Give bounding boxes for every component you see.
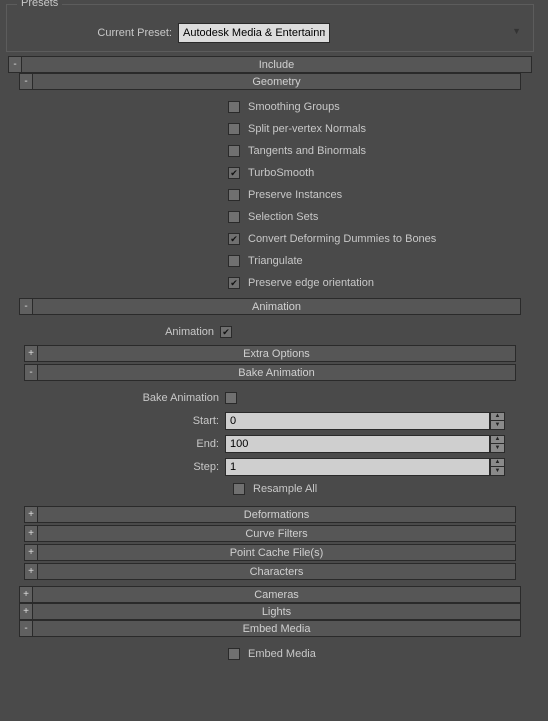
preserve-edge-label: Preserve edge orientation	[240, 277, 374, 289]
bake-step-label: Step:	[25, 461, 225, 473]
presets-fieldset: Presets Current Preset:	[6, 4, 534, 52]
curve-filters-expand-toggle[interactable]: +	[24, 525, 37, 542]
bake-end-down[interactable]: ▼	[490, 444, 505, 453]
characters-title[interactable]: Characters	[37, 563, 516, 580]
include-title[interactable]: Include	[21, 56, 532, 73]
embed-media-group: - Embed Media Embed Media	[19, 620, 521, 669]
convert-dummies-label: Convert Deforming Dummies to Bones	[240, 233, 436, 245]
triangulate-checkbox[interactable]	[228, 255, 240, 267]
bake-start-input[interactable]	[225, 412, 490, 430]
bake-start-down[interactable]: ▼	[490, 421, 505, 430]
turbosmooth-label: TurboSmooth	[240, 167, 314, 179]
resample-all-checkbox[interactable]	[233, 483, 245, 495]
bake-step-up[interactable]: ▲	[490, 458, 505, 467]
turbosmooth-checkbox[interactable]	[228, 167, 240, 179]
preserve-edge-checkbox[interactable]	[228, 277, 240, 289]
current-preset-label: Current Preset:	[11, 27, 178, 39]
animation-title[interactable]: Animation	[32, 298, 521, 315]
extra-options-expand-toggle[interactable]: +	[24, 345, 37, 362]
bake-end-label: End:	[25, 438, 225, 450]
curve-filters-title[interactable]: Curve Filters	[37, 525, 516, 542]
smoothing-groups-label: Smoothing Groups	[240, 101, 340, 113]
bake-enable-checkbox[interactable]	[225, 392, 237, 404]
current-preset-dropdown[interactable]	[178, 23, 330, 43]
tangents-binormals-label: Tangents and Binormals	[240, 145, 366, 157]
tangents-binormals-checkbox[interactable]	[228, 145, 240, 157]
bake-end-up[interactable]: ▲	[490, 435, 505, 444]
bake-step-down[interactable]: ▼	[490, 467, 505, 476]
bake-enable-label: Bake Animation	[25, 392, 225, 404]
cameras-title[interactable]: Cameras	[32, 586, 521, 603]
selection-sets-label: Selection Sets	[240, 211, 318, 223]
bake-end-input[interactable]	[225, 435, 490, 453]
geometry-collapse-toggle[interactable]: -	[19, 73, 32, 90]
embed-media-option-label: Embed Media	[240, 648, 316, 660]
lights-expand-toggle[interactable]: +	[19, 603, 32, 620]
triangulate-label: Triangulate	[240, 255, 303, 267]
animation-enable-label: Animation	[20, 326, 220, 338]
preserve-instances-checkbox[interactable]	[228, 189, 240, 201]
bake-start-up[interactable]: ▲	[490, 412, 505, 421]
lights-title[interactable]: Lights	[32, 603, 521, 620]
animation-collapse-toggle[interactable]: -	[19, 298, 32, 315]
point-cache-expand-toggle[interactable]: +	[24, 544, 37, 561]
embed-media-collapse-toggle[interactable]: -	[19, 620, 32, 637]
embed-media-checkbox[interactable]	[228, 648, 240, 660]
animation-group: - Animation Animation + Extra Options	[19, 298, 521, 586]
geometry-group: - Geometry Smoothing Groups Split per-ve…	[19, 73, 521, 298]
embed-media-title[interactable]: Embed Media	[32, 620, 521, 637]
selection-sets-checkbox[interactable]	[228, 211, 240, 223]
geometry-title[interactable]: Geometry	[32, 73, 521, 90]
split-normals-checkbox[interactable]	[228, 123, 240, 135]
presets-legend: Presets	[17, 0, 62, 9]
split-normals-label: Split per-vertex Normals	[240, 123, 366, 135]
point-cache-title[interactable]: Point Cache File(s)	[37, 544, 516, 561]
characters-expand-toggle[interactable]: +	[24, 563, 37, 580]
bake-animation-collapse-toggle[interactable]: -	[24, 364, 37, 381]
include-group: - Include - Geometry Smoothing Groups Sp…	[8, 56, 532, 669]
cameras-expand-toggle[interactable]: +	[19, 586, 32, 603]
resample-all-label: Resample All	[245, 483, 317, 495]
deformations-expand-toggle[interactable]: +	[24, 506, 37, 523]
bake-step-input[interactable]	[225, 458, 490, 476]
smoothing-groups-checkbox[interactable]	[228, 101, 240, 113]
bake-start-label: Start:	[25, 415, 225, 427]
convert-dummies-checkbox[interactable]	[228, 233, 240, 245]
animation-enable-checkbox[interactable]	[220, 326, 232, 338]
extra-options-title[interactable]: Extra Options	[37, 345, 516, 362]
include-collapse-toggle[interactable]: -	[8, 56, 21, 73]
deformations-title[interactable]: Deformations	[37, 506, 516, 523]
preserve-instances-label: Preserve Instances	[240, 189, 342, 201]
bake-animation-title[interactable]: Bake Animation	[37, 364, 516, 381]
